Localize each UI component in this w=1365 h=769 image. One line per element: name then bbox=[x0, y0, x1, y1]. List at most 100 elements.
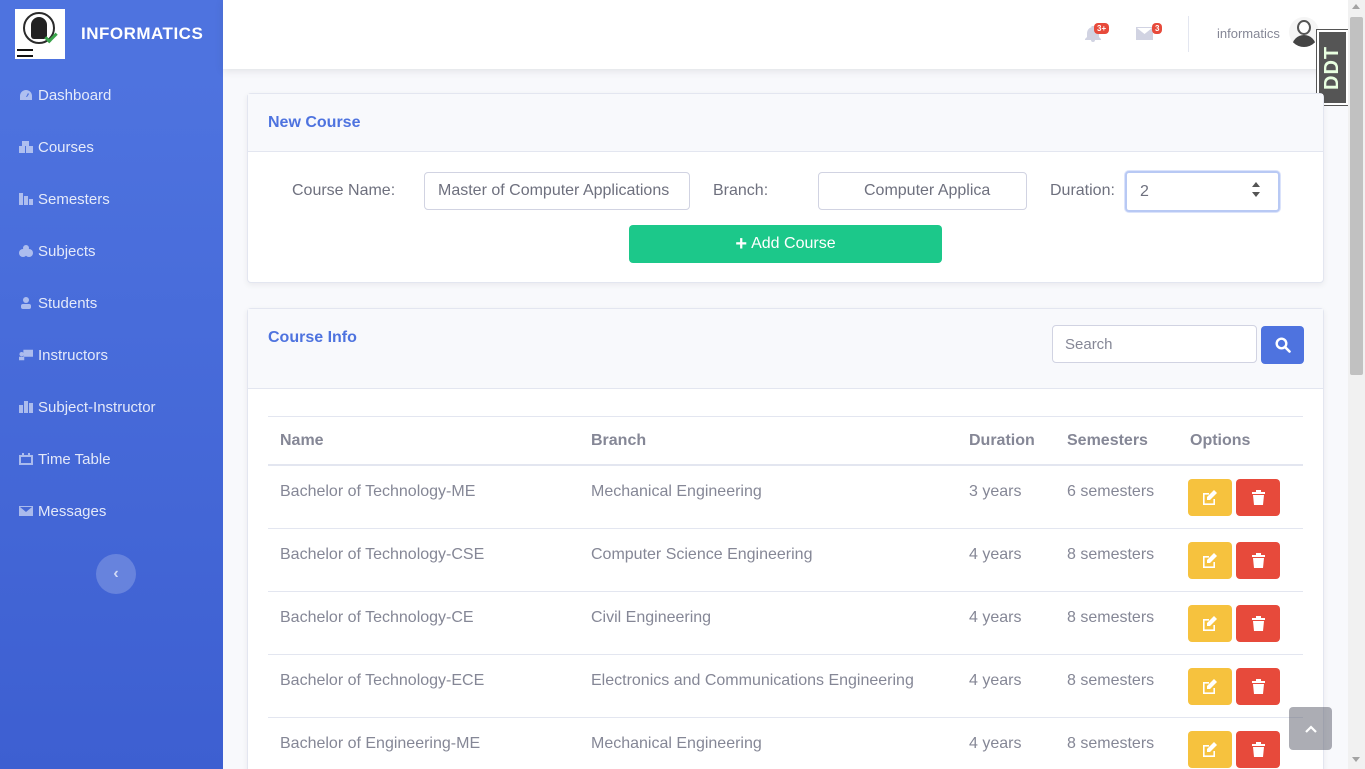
sidebar-item-label: Semesters bbox=[38, 190, 110, 208]
cell-branch: Computer Science Engineering bbox=[591, 546, 813, 563]
table-row: Bachelor of Technology-CE Civil Engineer… bbox=[268, 592, 1303, 655]
sidebar-item-label: Courses bbox=[38, 138, 94, 156]
course-info-card: Course Info Search Name Branch Duration … bbox=[247, 308, 1324, 769]
calendar-icon bbox=[19, 453, 33, 465]
sidebar-item-courses[interactable]: Courses bbox=[0, 121, 223, 173]
cell-duration: 4 years bbox=[969, 672, 1022, 689]
duration-value: 2 bbox=[1140, 182, 1149, 200]
envelope-icon[interactable] bbox=[1136, 27, 1153, 40]
sidebar-item-label: Dashboard bbox=[38, 86, 112, 104]
add-course-label: Add Course bbox=[751, 235, 836, 252]
sidebar-item-time-table[interactable]: Time Table bbox=[0, 433, 223, 485]
sidebar-toggle-button[interactable]: ‹ bbox=[96, 554, 136, 594]
sidebar-item-instructors[interactable]: Instructors bbox=[0, 329, 223, 381]
cell-branch: Mechanical Engineering bbox=[591, 483, 762, 500]
row-options bbox=[1178, 592, 1280, 642]
subjects-icon bbox=[19, 245, 33, 257]
sidebar-item-label: Subjects bbox=[38, 242, 96, 260]
edit-button[interactable] bbox=[1188, 542, 1232, 579]
cell-duration: 4 years bbox=[969, 735, 1022, 752]
sidebar-item-subjects[interactable]: Subjects bbox=[0, 225, 223, 277]
subject-instructor-icon bbox=[19, 401, 33, 413]
duration-input[interactable]: 2 bbox=[1125, 171, 1280, 212]
edit-icon bbox=[1203, 553, 1217, 568]
sidebar-item-dashboard[interactable]: Dashboard bbox=[0, 69, 223, 121]
branch-label: Branch: bbox=[713, 182, 769, 199]
trash-icon bbox=[1251, 679, 1265, 694]
duration-label: Duration: bbox=[1050, 182, 1115, 199]
edit-button[interactable] bbox=[1188, 479, 1232, 516]
topbar: 3+ 3 informatics bbox=[223, 0, 1348, 69]
envelope-icon bbox=[19, 505, 33, 517]
row-options bbox=[1178, 529, 1280, 579]
branch-input[interactable]: Computer Applica bbox=[818, 172, 1027, 210]
cell-semesters: 8 semesters bbox=[1067, 735, 1155, 752]
delete-button[interactable] bbox=[1236, 731, 1280, 768]
alerts-badge: 3+ bbox=[1094, 23, 1110, 34]
table-row: Bachelor of Technology-ECE Electronics a… bbox=[268, 655, 1303, 718]
edit-button[interactable] bbox=[1188, 668, 1232, 705]
sidebar-item-students[interactable]: Students bbox=[0, 277, 223, 329]
sidebar-item-label: Students bbox=[38, 294, 98, 312]
table-row: Bachelor of Engineering-ME Mechanical En… bbox=[268, 718, 1303, 769]
cell-duration: 4 years bbox=[969, 546, 1022, 563]
brand-name: INFORMATICS bbox=[81, 24, 204, 43]
cell-name: Bachelor of Technology-ECE bbox=[280, 672, 485, 689]
table-header: Name Branch Duration Semesters Options bbox=[268, 416, 1303, 466]
column-header-semesters: Semesters bbox=[1067, 431, 1148, 449]
sidebar-item-semesters[interactable]: Semesters bbox=[0, 173, 223, 225]
delete-button[interactable] bbox=[1236, 668, 1280, 705]
instructors-icon bbox=[19, 349, 33, 361]
column-header-branch: Branch bbox=[591, 431, 647, 449]
chevron-up-icon bbox=[1304, 724, 1317, 733]
plus-icon: + bbox=[735, 233, 748, 255]
trash-icon bbox=[1251, 553, 1265, 568]
students-icon bbox=[19, 297, 33, 309]
delete-button[interactable] bbox=[1236, 479, 1280, 516]
row-options bbox=[1178, 655, 1280, 705]
avatar[interactable] bbox=[1289, 17, 1319, 47]
row-options bbox=[1178, 466, 1280, 516]
course-name-input[interactable]: Master of Computer Applications bbox=[424, 172, 690, 210]
column-header-name: Name bbox=[280, 431, 324, 449]
number-spinner[interactable] bbox=[1252, 182, 1260, 200]
scroll-down-arrow[interactable] bbox=[1352, 757, 1360, 762]
page-scrollbar[interactable] bbox=[1348, 0, 1365, 769]
brand[interactable]: INFORMATICS bbox=[0, 0, 223, 68]
edit-icon bbox=[1203, 616, 1217, 631]
cell-semesters: 8 semesters bbox=[1067, 609, 1155, 626]
search-input[interactable]: Search bbox=[1052, 325, 1257, 363]
delete-button[interactable] bbox=[1236, 605, 1280, 642]
edit-icon bbox=[1203, 679, 1217, 694]
trash-icon bbox=[1251, 742, 1265, 757]
cell-branch: Electronics and Communications Engineeri… bbox=[591, 672, 914, 689]
new-course-title: New Course bbox=[248, 94, 1323, 152]
topbar-divider bbox=[1188, 16, 1189, 52]
course-name-label: Course Name: bbox=[292, 182, 396, 199]
column-header-duration: Duration bbox=[969, 431, 1035, 449]
search-button[interactable] bbox=[1261, 326, 1304, 364]
sidebar-item-messages[interactable]: Messages bbox=[0, 485, 223, 537]
sidebar-nav: Dashboard Courses Semesters Subjects Stu… bbox=[0, 69, 223, 537]
sidebar-item-subject-instructor[interactable]: Subject-Instructor bbox=[0, 381, 223, 433]
trash-icon bbox=[1251, 490, 1265, 505]
sidebar-item-label: Instructors bbox=[38, 346, 109, 364]
trash-icon bbox=[1251, 616, 1265, 631]
spinner-down-icon[interactable] bbox=[1252, 192, 1260, 197]
edit-icon bbox=[1203, 490, 1217, 505]
scroll-thumb[interactable] bbox=[1350, 17, 1363, 375]
dashboard-icon bbox=[19, 89, 33, 101]
edit-button[interactable] bbox=[1188, 605, 1232, 642]
sidebar-item-label: Messages bbox=[38, 502, 107, 520]
delete-button[interactable] bbox=[1236, 542, 1280, 579]
scroll-to-top-button[interactable] bbox=[1289, 707, 1332, 750]
add-course-button[interactable]: + Add Course bbox=[629, 225, 942, 263]
table-row: Bachelor of Technology-ME Mechanical Eng… bbox=[268, 466, 1303, 529]
cell-branch: Civil Engineering bbox=[591, 609, 712, 626]
scroll-up-arrow[interactable] bbox=[1352, 4, 1360, 9]
cell-name: Bachelor of Technology-CSE bbox=[280, 546, 485, 563]
spinner-up-icon[interactable] bbox=[1252, 182, 1260, 187]
user-name[interactable]: informatics bbox=[1217, 26, 1280, 41]
edit-button[interactable] bbox=[1188, 731, 1232, 768]
search-icon bbox=[1274, 337, 1291, 353]
